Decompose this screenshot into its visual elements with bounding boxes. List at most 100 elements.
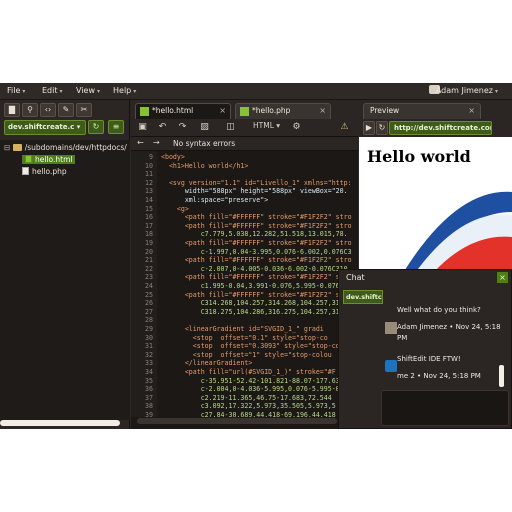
chat-site-item[interactable]: dev.shiftcre [343,290,383,304]
code-line[interactable]: <stop offset="1" style="stop-colou [161,351,332,359]
code-line[interactable]: <path fill="#FFFFFF" stroke="#F1F2F2" st… [161,291,352,299]
line-number: 37 [145,393,153,402]
code-line[interactable]: c2.219-11.365,46.75-17.683,72.544 [161,394,332,402]
sidebar-scrollbar[interactable] [0,420,120,426]
editor-horizontal-scrollbar[interactable] [137,418,337,424]
chat-panel: Chat × dev.shiftcre Well what do you thi… [338,269,512,429]
menu-file[interactable]: File ▾ [7,86,25,95]
line-number: 26 [145,299,153,308]
refresh-icon[interactable]: ↻ [376,121,388,135]
collapse-icon[interactable]: ⊟ [4,143,10,152]
settings-icon[interactable]: ⚙ [291,122,302,133]
tree-file-hello-php[interactable]: hello.php [22,167,67,178]
code-line[interactable]: <stop offset="0.1" style="stop-co [161,334,328,342]
line-number: 21 [145,256,153,265]
code-line[interactable]: c1.995-0.04,3.991-0.076,5.995-0.076 [161,282,340,290]
file-icon [140,107,149,116]
code-line[interactable]: <linearGradient id="SVGID_1_" gradi [161,325,324,333]
code-line[interactable]: c-2.004,0-4.036-5.995,0.076-5.995-0.0 [161,385,348,393]
warning-icon[interactable]: ⚠ [339,122,350,133]
image-icon[interactable]: ▨ [199,122,210,133]
menu-view[interactable]: View ▾ [76,86,100,95]
list-icon[interactable]: ≡ [108,120,124,134]
syntax-status: No syntax errors [173,139,236,148]
folder-icon[interactable]: ▇ [4,103,20,117]
cut-icon[interactable]: ✂ [76,103,92,117]
line-number: 31 [145,342,153,351]
line-number: 27 [145,307,153,316]
code-line[interactable]: width="588px" height="588px" viewBox="20… [161,187,348,195]
shiftedit-window: File ▾ Edit ▾ View ▾ Help ▾ Adam Jimenez ▾ ▇ … [0,83,512,429]
refresh-icon[interactable]: ↻ [88,120,104,134]
redo-icon[interactable]: ↷ [177,122,188,133]
menu-edit[interactable]: Edit ▾ [42,86,63,95]
tab-preview[interactable]: Preview × [363,103,481,119]
folder-icon [12,144,22,151]
code-line[interactable]: C314.268,104.257,314.268,104.257,31 [161,299,340,307]
chat-input[interactable] [381,390,509,426]
code-line[interactable]: C318.275,104.286,316.275,104.257,31 [161,308,340,316]
chat-messages: Well what do you think? Adam Jimenez • N… [385,288,505,388]
line-number: 9 [149,153,153,161]
arrow-left-icon[interactable]: ← [137,138,144,147]
code-line[interactable]: <path fill="#FFFFFF" stroke="#F1F2F2" st… [161,256,352,264]
line-number: 22 [145,264,153,273]
line-number: 29 [145,325,153,333]
user-menu[interactable]: Adam Jimenez ▾ [436,86,498,95]
close-icon[interactable]: × [468,106,475,115]
code-line[interactable]: <svg version="1.1" id="Livello_1" xmlns=… [161,179,352,187]
code-line[interactable]: <body> [161,153,185,161]
undo-icon[interactable]: ↶ [157,122,168,133]
line-number: 30 [145,333,153,342]
html-file-icon [25,155,32,163]
code-line[interactable]: <h1>Hello world</h1> [161,162,248,170]
code-line[interactable]: c-35.951-52.42-101.821-88.07-177.63 [161,377,340,385]
site-select[interactable]: dev.shiftcreate.c ▾ [4,120,86,135]
code-line[interactable]: xml:space="preserve"> [161,196,268,204]
code-line[interactable]: c7.779,5.038,12.282,51.518,13.015,78. [161,230,348,238]
code-line[interactable]: c27.84-30.689,44.418-69.196,44.418 [161,411,336,417]
close-icon[interactable]: × [319,106,326,115]
code-line[interactable]: <path fill="#FFFFFF" stroke="#F1F2F2" st… [161,213,352,221]
line-number: 12 [145,178,153,187]
chat-site-list: dev.shiftcre [343,288,383,378]
search-icon[interactable]: ⚲ [22,103,38,117]
tree-file-hello-html[interactable]: hello.html [22,155,76,166]
file-sidebar: ▇ ⚲ ‹› ✎ ✂ dev.shiftcreate.c ▾ ↻ ≡ ⊟ /su… [0,100,130,429]
code-line[interactable]: <path fill="url(#SVGID_1_)" stroke="#F [161,368,336,376]
code-line[interactable]: <g> [161,205,189,213]
code-line[interactable]: <stop offset="0.3093" style="stop-co [161,342,340,350]
line-number: 25 [145,290,153,299]
code-line[interactable]: <path fill="#FFFFFF" stroke="#F1F2F2" st… [161,222,352,230]
close-icon[interactable]: × [497,272,508,283]
chat-scrollbar[interactable] [499,365,504,387]
code-icon[interactable]: ‹› [40,103,56,117]
close-icon[interactable]: × [219,106,226,115]
arrow-right-icon[interactable]: → [153,138,160,147]
mode-select[interactable]: HTML ▾ [253,121,280,130]
tab-hello-php[interactable]: *hello.php × [235,103,331,119]
line-number: 24 [145,282,153,290]
tree-folder-httpdocs[interactable]: ⊟ /subdomains/dev/httpdocs/ [4,143,127,154]
line-number: 36 [145,385,153,394]
editor-toolbar: ▣ ↶ ↷ ▨ ◫ HTML ▾ ⚙ ⚠ [131,119,358,137]
code-line[interactable]: <path fill="#FFFFFF" stroke="#F1F2F2" st… [161,273,352,281]
save-icon[interactable]: ▣ [137,122,148,133]
code-line[interactable]: c-1.997,0.04-3.995,0.076-6.002,0.076C3 [161,248,352,256]
code-line[interactable]: <path fill="#FFFFFF" stroke="#F1F2F2" st… [161,239,352,247]
pencil-icon[interactable]: ✎ [58,103,74,117]
layout-icon[interactable]: ◫ [225,122,236,133]
preview-url[interactable]: http://dev.shiftcreate.com [389,121,492,135]
code-line[interactable]: c3.092,17.322,5.973,35.505,5.973,5 [161,402,336,410]
preview-toolbar: ▶ ↻ http://dev.shiftcreate.com [359,119,512,137]
editor-tabs: *hello.html × *hello.php × [131,100,358,119]
code-line[interactable]: </linearGradient> [161,359,253,367]
menu-help[interactable]: Help ▾ [113,86,136,95]
line-number: 32 [145,350,153,359]
tab-hello-html[interactable]: *hello.html × [135,103,231,119]
line-number: 17 [145,221,153,230]
code-area[interactable]: <body> <h1>Hello world</h1> <svg version… [157,151,358,417]
status-bar: ← → No syntax errors [131,137,358,151]
play-icon[interactable]: ▶ [363,121,375,135]
code-line[interactable]: c-2.007,0-4.005-0.036-6.002-0.076C310. [161,265,352,273]
